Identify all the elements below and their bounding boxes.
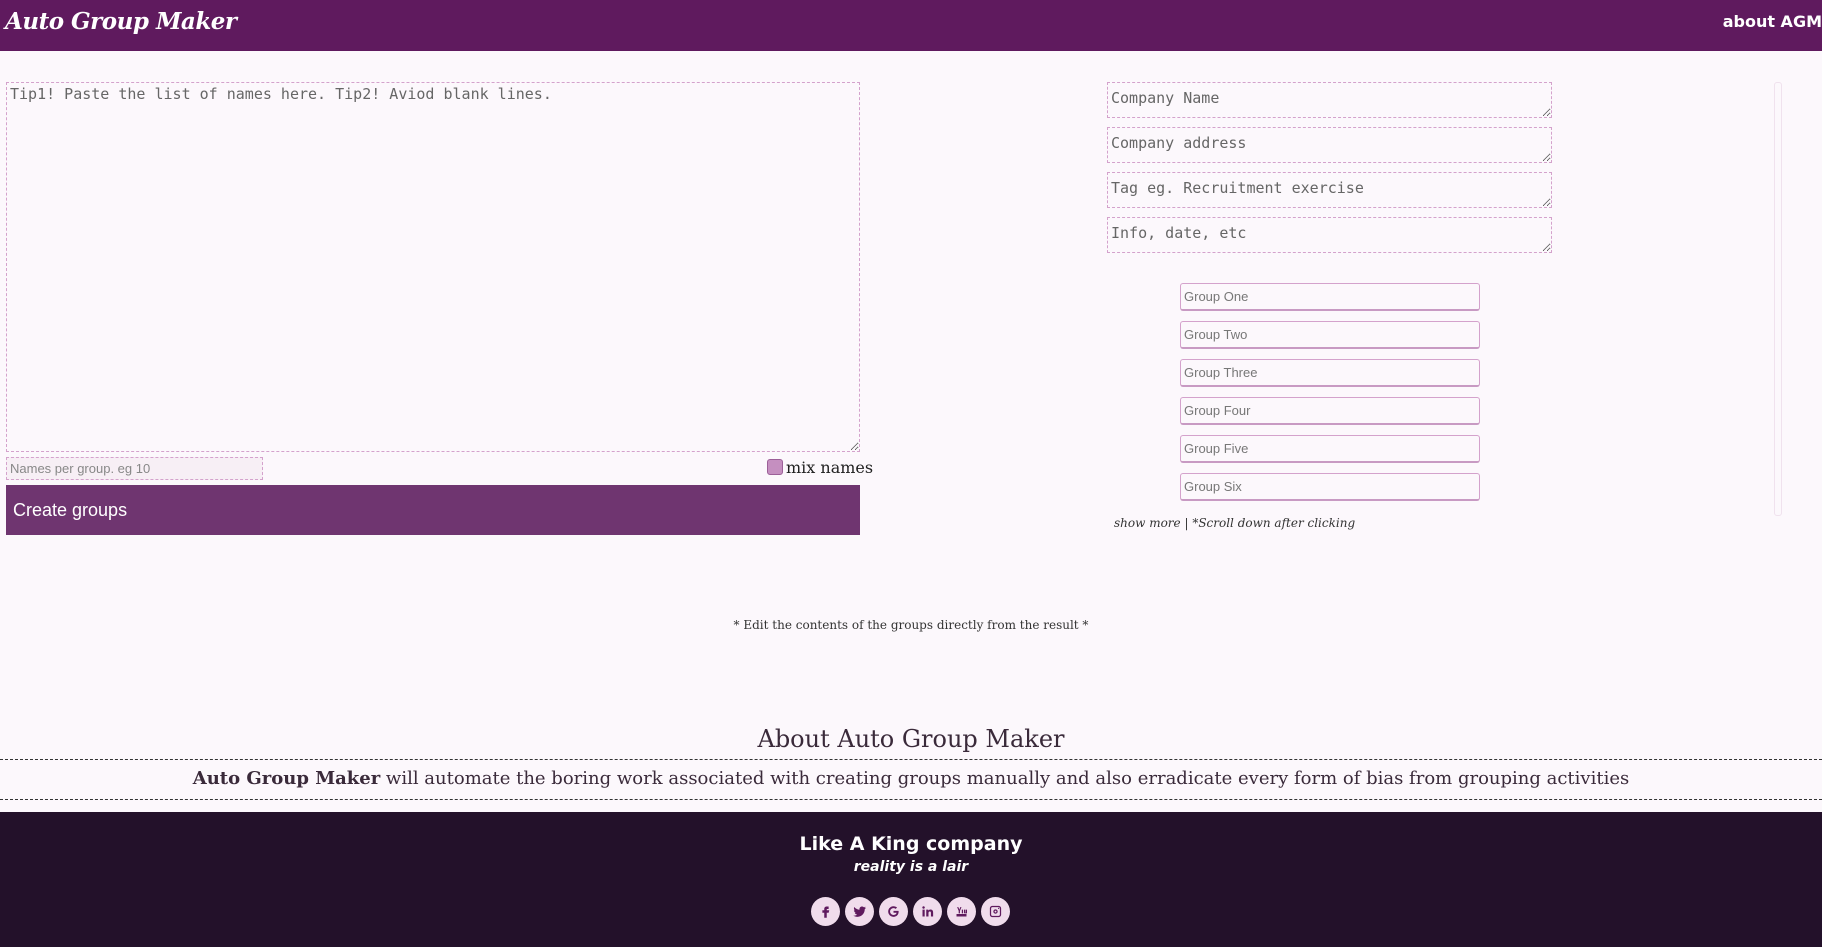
group-five-input[interactable] (1180, 435, 1480, 463)
footer: Like A King company reality is a lair (0, 812, 1822, 947)
scroll-hint: *Scroll down after clicking (1192, 516, 1356, 530)
names-textarea[interactable] (6, 82, 860, 452)
google-icon[interactable] (879, 897, 908, 926)
group-four-input[interactable] (1180, 397, 1480, 425)
group-three-input[interactable] (1180, 359, 1480, 387)
about-description: Auto Group Maker will automate the borin… (0, 759, 1822, 800)
create-groups-button[interactable]: Create groups (6, 485, 860, 535)
info-date-field[interactable] (1107, 217, 1552, 253)
youtube-icon[interactable] (947, 897, 976, 926)
tag-field[interactable] (1107, 172, 1552, 208)
mix-names-checkbox[interactable] (767, 459, 783, 475)
mix-names-label: mix names (786, 457, 874, 477)
linkedin-icon[interactable] (913, 897, 942, 926)
top-navbar: Auto Group Maker about AGM (0, 0, 1822, 51)
about-text: will automate the boring work associated… (380, 768, 1630, 789)
twitter-icon[interactable] (845, 897, 874, 926)
show-more-row: show more | *Scroll down after clicking (1114, 516, 1355, 530)
about-title: About Auto Group Maker (757, 725, 1065, 753)
mix-names-toggle[interactable]: mix names (767, 456, 873, 478)
social-links (811, 897, 1010, 926)
results-scroll-panel[interactable] (1774, 82, 1782, 516)
instagram-icon[interactable] (981, 897, 1010, 926)
brand-logo[interactable]: Auto Group Maker (5, 8, 237, 35)
company-address-field[interactable] (1107, 127, 1552, 163)
group-one-input[interactable] (1180, 283, 1480, 311)
about-brand-name: Auto Group Maker (192, 768, 381, 789)
names-per-group-input[interactable] (6, 457, 263, 480)
edit-note: * Edit the contents of the groups direct… (733, 618, 1089, 632)
group-six-input[interactable] (1180, 473, 1480, 501)
company-name-field[interactable] (1107, 82, 1552, 118)
footer-company-name: Like A King company (799, 833, 1023, 855)
facebook-icon[interactable] (811, 897, 840, 926)
group-two-input[interactable] (1180, 321, 1480, 349)
show-more-link[interactable]: show more (1114, 516, 1181, 530)
show-more-separator: | (1180, 516, 1193, 530)
footer-slogan: reality is a lair (853, 859, 969, 875)
about-agm-link[interactable]: about AGM (1723, 12, 1822, 31)
